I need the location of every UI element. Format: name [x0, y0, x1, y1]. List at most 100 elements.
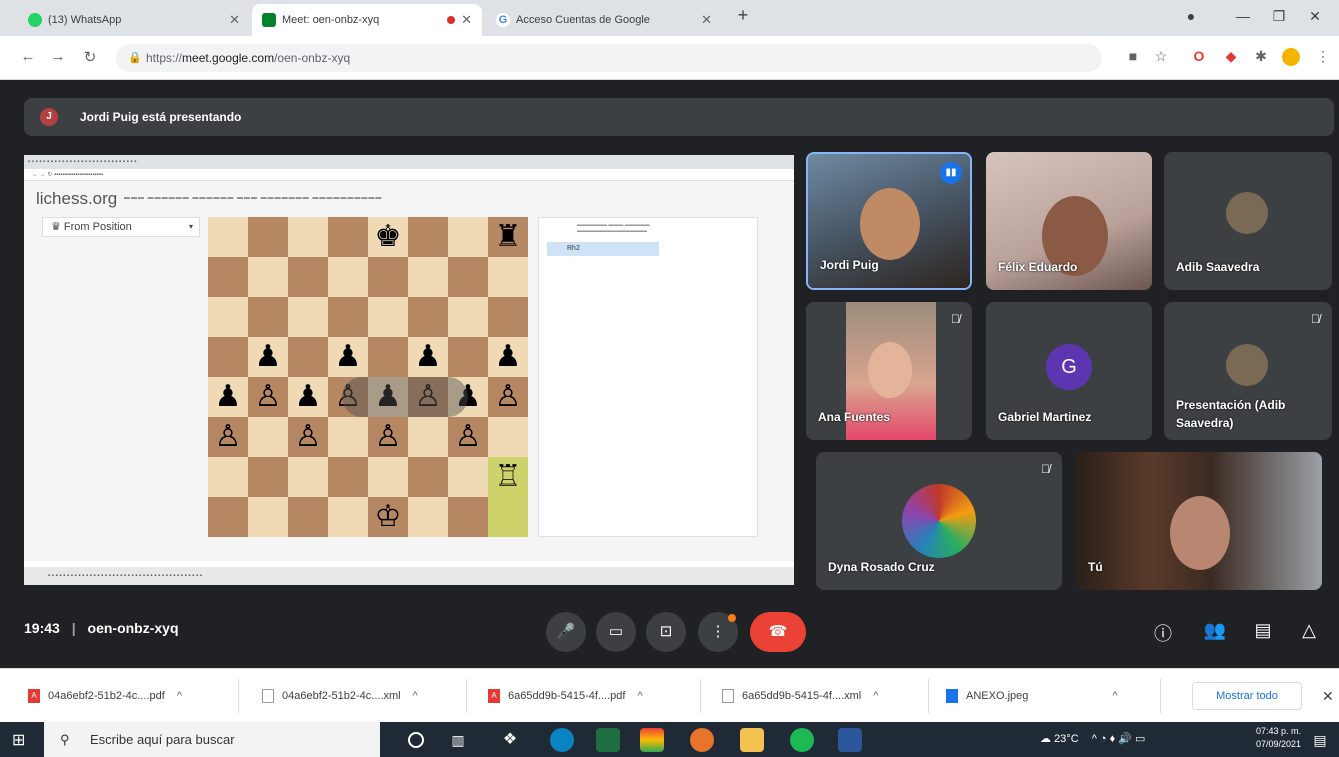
reload-icon[interactable]: ↻ — [80, 48, 100, 66]
board-square[interactable]: ♟ — [288, 377, 328, 417]
board-square[interactable] — [248, 297, 288, 337]
board-square[interactable]: ♙ — [368, 417, 408, 457]
board-square[interactable] — [208, 457, 248, 497]
excel-icon[interactable] — [596, 728, 620, 752]
board-square[interactable] — [208, 337, 248, 377]
show-all-button[interactable]: Mostrar todo — [1192, 682, 1302, 710]
board-square[interactable]: ♜ — [488, 217, 528, 257]
task-view-icon[interactable]: ▥ — [446, 728, 470, 752]
chevron-up-icon[interactable]: ^ — [637, 690, 642, 702]
meeting-info-button[interactable]: ⓘ — [1150, 620, 1176, 646]
opera-extension-icon[interactable]: O — [1190, 48, 1208, 66]
participant-tile-jordi[interactable]: ▮▮ Jordi Puig — [806, 152, 972, 290]
board-square[interactable]: ♟ — [408, 337, 448, 377]
download-item[interactable]: A 6a65dd9b-5415-4f....pdf ^ — [488, 685, 643, 707]
board-square[interactable] — [248, 457, 288, 497]
board-square[interactable]: ♙ — [248, 377, 288, 417]
board-square[interactable] — [408, 417, 448, 457]
weather-icon[interactable]: ☁ — [1040, 733, 1054, 745]
notifications-icon[interactable]: ▤ — [1308, 728, 1332, 752]
move-row[interactable]: Rh2 — [547, 242, 659, 256]
close-tab-icon[interactable]: ✕ — [461, 12, 472, 28]
pdf-extension-icon[interactable]: ◆ — [1222, 48, 1240, 66]
chat-button[interactable]: ▤ — [1250, 620, 1276, 641]
participant-tile-ana[interactable]: 🎙̸ Ana Fuentes — [806, 302, 972, 440]
participant-tile-self[interactable]: Tú — [1076, 452, 1322, 590]
tab-google-accounts[interactable]: G Acceso Cuentas de Google ✕ — [486, 4, 722, 36]
board-square[interactable] — [288, 497, 328, 537]
chevron-up-icon[interactable]: ^ — [413, 690, 418, 702]
participant-tile-gabriel[interactable]: G Gabriel Martinez — [986, 302, 1152, 440]
dropbox-icon[interactable]: ❖ — [498, 728, 522, 752]
board-square[interactable] — [328, 457, 368, 497]
board-square[interactable]: ♟ — [208, 377, 248, 417]
board-square[interactable] — [408, 257, 448, 297]
windows-start-icon[interactable]: ⊞ — [12, 730, 32, 750]
board-square[interactable] — [328, 257, 368, 297]
taskbar-search-input[interactable]: ⚲ Escribe aquí para buscar — [44, 722, 380, 757]
board-square[interactable] — [288, 337, 328, 377]
board-square[interactable] — [328, 297, 368, 337]
board-square[interactable] — [448, 297, 488, 337]
board-square[interactable]: ♚ — [368, 217, 408, 257]
board-square[interactable]: ♔ — [368, 497, 408, 537]
app-icon[interactable] — [690, 728, 714, 752]
board-square[interactable]: ♟ — [248, 337, 288, 377]
close-tab-icon[interactable]: ✕ — [701, 12, 712, 28]
leave-call-button[interactable]: ☎ — [750, 612, 806, 652]
restore-icon[interactable]: ❐ — [1266, 8, 1292, 25]
board-square[interactable] — [248, 497, 288, 537]
camera-button[interactable]: ▭ — [596, 612, 636, 652]
activities-button[interactable]: △ — [1296, 620, 1322, 641]
board-square[interactable] — [288, 217, 328, 257]
board-square[interactable] — [208, 257, 248, 297]
participant-tile-felix[interactable]: Félix Eduardo — [986, 152, 1152, 290]
download-item[interactable]: ANEXO.jpeg ^ — [946, 685, 1118, 707]
tab-meet[interactable]: Meet: oen-onbz-xyq ✕ — [252, 4, 482, 36]
board-square[interactable] — [448, 457, 488, 497]
chevron-up-icon[interactable]: ^ — [1112, 690, 1117, 702]
board-square[interactable] — [408, 217, 448, 257]
board-square[interactable]: ♙ — [288, 417, 328, 457]
forward-icon[interactable]: → — [48, 48, 68, 65]
camera-icon[interactable]: ■ — [1124, 48, 1142, 66]
board-square[interactable] — [208, 297, 248, 337]
close-tab-icon[interactable]: ✕ — [229, 12, 240, 28]
board-square[interactable] — [208, 497, 248, 537]
more-options-button[interactable]: ⋮ — [698, 612, 738, 652]
minimize-icon[interactable]: — — [1230, 8, 1256, 24]
board-square[interactable] — [488, 297, 528, 337]
board-square[interactable] — [248, 217, 288, 257]
new-tab-button[interactable]: + — [730, 5, 756, 26]
spotify-icon[interactable] — [790, 728, 814, 752]
board-square[interactable] — [328, 497, 368, 537]
board-square[interactable]: ♙ — [488, 377, 528, 417]
board-square[interactable] — [448, 337, 488, 377]
profile-icon[interactable]: ● — [1178, 8, 1204, 24]
word-icon[interactable] — [838, 728, 862, 752]
board-square[interactable] — [368, 297, 408, 337]
board-square[interactable]: ♙ — [448, 417, 488, 457]
board-square[interactable] — [408, 297, 448, 337]
tab-whatsapp[interactable]: (13) WhatsApp ✕ — [18, 4, 250, 36]
participants-button[interactable]: 👥 — [1202, 620, 1228, 641]
board-square[interactable] — [408, 457, 448, 497]
user-avatar[interactable] — [1282, 48, 1300, 66]
board-square[interactable]: ♟ — [328, 337, 368, 377]
board-square[interactable] — [248, 417, 288, 457]
board-square[interactable]: ♟ — [488, 337, 528, 377]
board-square[interactable] — [448, 217, 488, 257]
variant-select[interactable]: ♛ From Position ▾ — [42, 217, 200, 237]
menu-dots-icon[interactable]: ⋮ — [1314, 48, 1332, 66]
chevron-up-icon[interactable]: ^ — [177, 690, 182, 702]
download-item[interactable]: A 04a6ebf2-51b2-4c....pdf ^ — [28, 685, 182, 707]
board-square[interactable] — [368, 337, 408, 377]
board-square[interactable] — [288, 297, 328, 337]
board-square[interactable] — [368, 457, 408, 497]
board-square[interactable] — [368, 257, 408, 297]
tray-icons[interactable]: ^ ◔ ♦ 🔊 ▭ — [1092, 733, 1146, 745]
board-square[interactable] — [488, 417, 528, 457]
board-square[interactable] — [328, 217, 368, 257]
taskbar-clock[interactable]: 07:43 p. m. 07/09/2021 — [1256, 725, 1301, 751]
participant-tile-dyna[interactable]: 🎙̸ Dyna Rosado Cruz — [816, 452, 1062, 590]
